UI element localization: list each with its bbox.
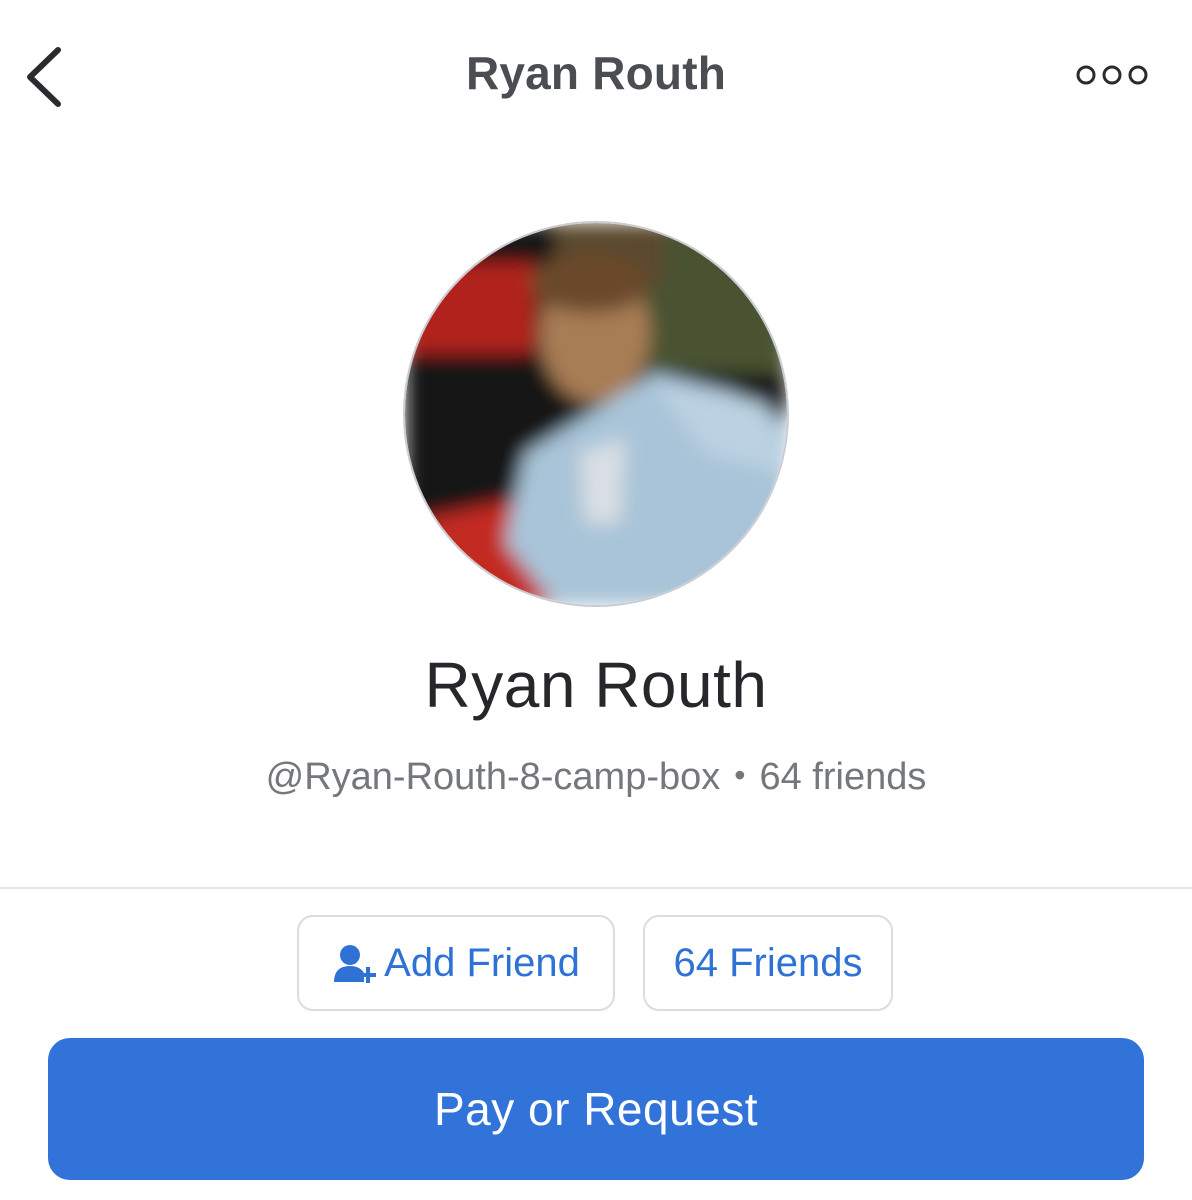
friends-count[interactable]: 64 friends (759, 756, 926, 798)
pay-button-label: Pay or Request (433, 1083, 759, 1135)
pay-or-request-button[interactable]: Pay or Request (48, 1038, 1144, 1180)
top-nav-bar: Ryan Routh (0, 0, 1192, 150)
separator-dot: • (734, 757, 746, 793)
profile-photo (405, 223, 787, 605)
profile-name: Ryan Routh (424, 649, 768, 721)
more-options-button[interactable] (1072, 60, 1152, 90)
divider (0, 887, 1192, 889)
add-friend-icon (334, 945, 377, 983)
profile-meta: @Ryan-Routh-8-camp-box • 64 friends (0, 756, 1192, 799)
username: @Ryan-Routh-8-camp-box (265, 756, 721, 798)
friends-button[interactable]: 64 Friends (643, 915, 893, 1011)
add-friend-label: Add Friend (384, 940, 580, 985)
add-friend-button[interactable]: Add Friend (297, 915, 615, 1011)
avatar[interactable] (405, 223, 787, 605)
more-horizontal-icon (1076, 65, 1148, 85)
friends-button-label: 64 Friends (673, 940, 863, 985)
page-title: Ryan Routh (465, 47, 727, 99)
